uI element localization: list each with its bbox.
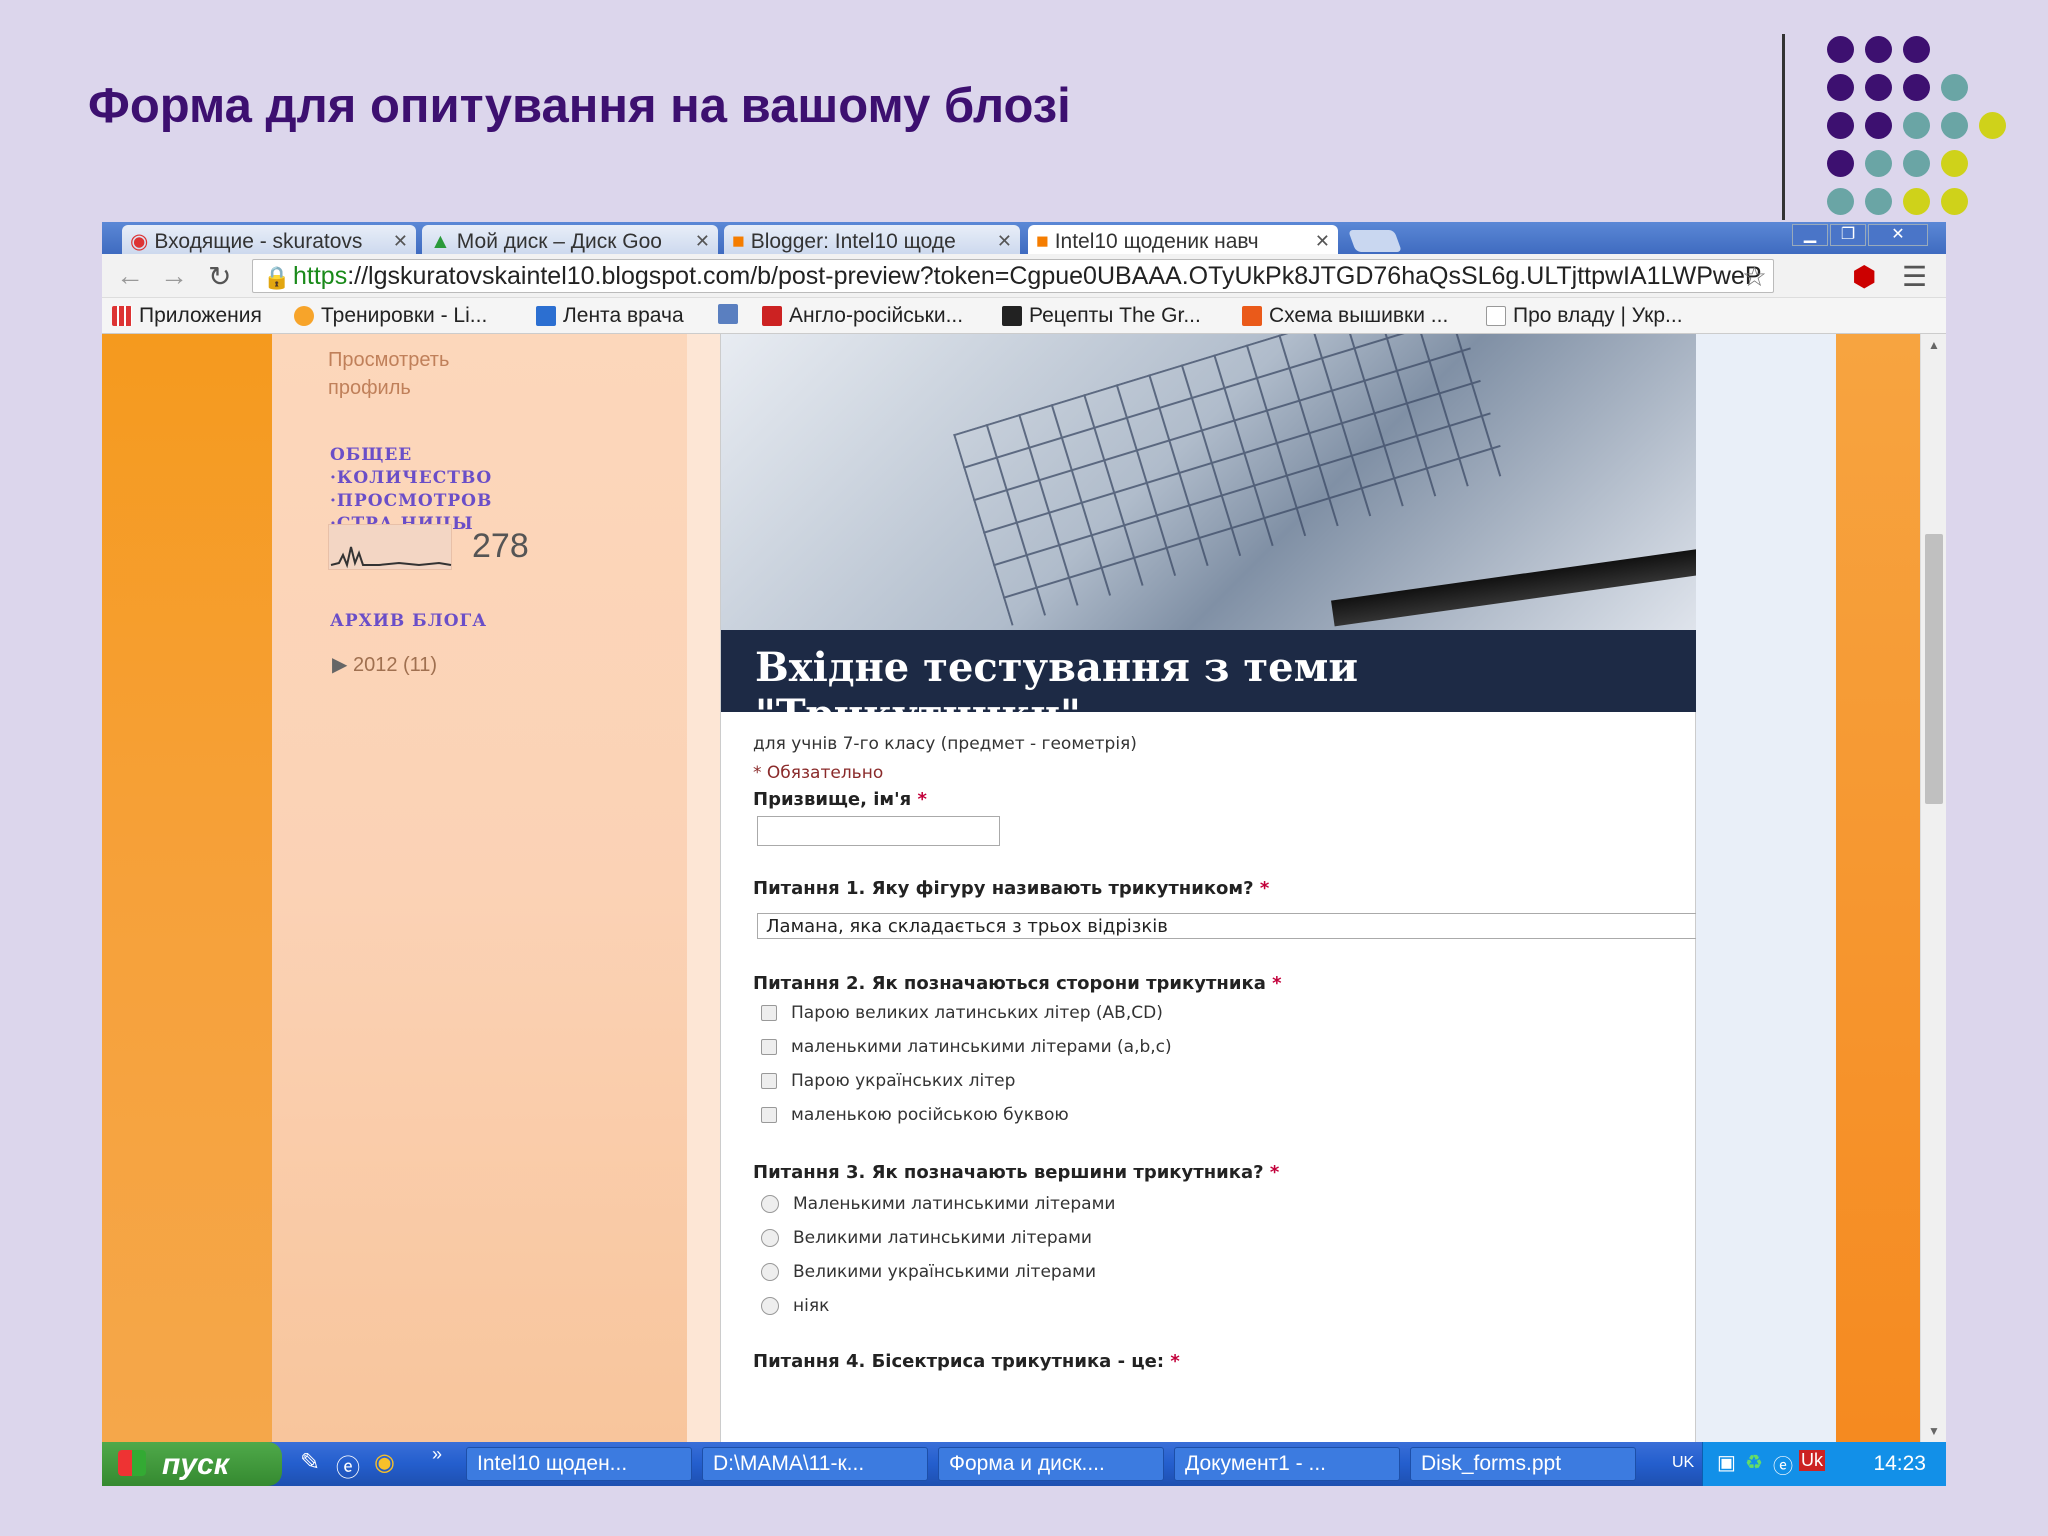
taskbar-item[interactable]: Форма и диск.... bbox=[938, 1447, 1164, 1481]
forward-arrow-icon[interactable]: → bbox=[160, 260, 188, 292]
views-heading: ОБЩЕЕ ·КОЛИЧЕСТВО ·ПРОСМОТРОВ ·СТРА НИЦЫ bbox=[330, 445, 493, 534]
taskbar-item[interactable]: D:\МАМА\11-к... bbox=[702, 1447, 928, 1481]
b-letter-icon bbox=[718, 304, 738, 324]
new-tab-button[interactable] bbox=[1347, 230, 1403, 252]
ie-icon[interactable]: ⓔ bbox=[336, 1448, 360, 1483]
bookmark-star-icon[interactable]: ☆ bbox=[1742, 260, 1767, 292]
taskbar-item[interactable]: Документ1 - ... bbox=[1174, 1447, 1400, 1481]
tab-blogger[interactable]: ■ Blogger: Intel10 щоде ✕ bbox=[724, 225, 1020, 254]
taskbar-item[interactable]: Disk_forms.ppt bbox=[1410, 1447, 1636, 1481]
blog-page: Просмотреть профиль ОБЩЕЕ ·КОЛИЧЕСТВО ·П… bbox=[102, 334, 1930, 1442]
radio-button[interactable] bbox=[761, 1195, 779, 1213]
pencil-image bbox=[1331, 547, 1711, 627]
page-icon bbox=[1486, 306, 1506, 326]
url-text: ://lgskuratovskaintel10.blogspot.com/b/p… bbox=[347, 262, 1762, 290]
checkbox[interactable] bbox=[761, 1073, 777, 1089]
screenshot: ◉ Входящие - skuratovs ✕ ▲ Мой диск – Ди… bbox=[102, 222, 1946, 1486]
lock-icon: 🔒 bbox=[263, 265, 291, 290]
address-bar[interactable]: 🔒 https://lgskuratovskaintel10.blogspot.… bbox=[252, 259, 1774, 293]
gmail-icon: ◉ bbox=[130, 230, 149, 253]
language-indicator[interactable]: UK bbox=[1672, 1454, 1694, 1472]
start-button[interactable]: пуск bbox=[102, 1442, 282, 1486]
tab-bar: ◉ Входящие - skuratovs ✕ ▲ Мой диск – Ди… bbox=[102, 222, 1946, 254]
reload-icon[interactable]: ↻ bbox=[208, 260, 231, 293]
ie-tray-icon[interactable]: ⓔ bbox=[1773, 1450, 1793, 1479]
uk-tray-icon[interactable]: Uk bbox=[1799, 1450, 1825, 1471]
tab-gmail[interactable]: ◉ Входящие - skuratovs ✕ bbox=[122, 225, 416, 254]
tray-icon[interactable]: ♻ bbox=[1745, 1450, 1763, 1475]
blogger-icon: ■ bbox=[1036, 229, 1049, 253]
pattern-icon bbox=[1242, 306, 1262, 326]
content-gutter bbox=[687, 334, 720, 1442]
recipe-icon bbox=[1002, 306, 1022, 326]
bookmarks-bar: Приложения Тренировки - Li... Лента врач… bbox=[102, 298, 1946, 334]
form-banner: Вхідне тестування з теми "Трикутники" bbox=[721, 630, 1697, 738]
chevron-right-icon[interactable]: » bbox=[432, 1444, 442, 1465]
bookmark-item[interactable] bbox=[718, 304, 738, 324]
network-icon[interactable]: ▣ bbox=[1717, 1450, 1736, 1475]
slide-title: Форма для опитування на вашому блозі bbox=[88, 79, 1071, 133]
triangle-right-icon[interactable]: ▶ bbox=[332, 654, 347, 676]
tab-drive[interactable]: ▲ Мой диск – Диск Goo ✕ bbox=[422, 225, 718, 254]
restore-button[interactable]: ❐ bbox=[1830, 224, 1866, 246]
checkbox[interactable] bbox=[761, 1005, 777, 1021]
page-scrollbar[interactable]: ▲ ▼ bbox=[1920, 334, 1946, 1442]
close-icon[interactable]: ✕ bbox=[393, 231, 408, 252]
decorative-swirl-panel bbox=[102, 334, 272, 1442]
bookmark-item[interactable]: Рецепты The Gr... bbox=[1002, 304, 1201, 328]
bookmark-item[interactable]: Англо-російськи... bbox=[762, 304, 963, 328]
blueprint-grid bbox=[953, 334, 1509, 626]
menu-icon[interactable]: ☰ bbox=[1902, 260, 1927, 293]
scrollbar-thumb[interactable] bbox=[1925, 534, 1943, 804]
scroll-up-icon[interactable]: ▲ bbox=[1928, 338, 1940, 352]
radio-button[interactable] bbox=[761, 1263, 779, 1281]
form-title: Вхідне тестування з теми "Трикутники" bbox=[755, 644, 1358, 738]
flower-icon bbox=[294, 306, 314, 326]
scroll-down-icon[interactable]: ▼ bbox=[1928, 1424, 1940, 1438]
blog-sidebar: Просмотреть профиль ОБЩЕЕ ·КОЛИЧЕСТВО ·П… bbox=[272, 334, 687, 1442]
back-arrow-icon[interactable]: ← bbox=[116, 260, 144, 292]
post-preview: Вхідне тестування з теми "Трикутники" дл… bbox=[720, 334, 1930, 1442]
extension-icon[interactable]: ⬢ bbox=[1852, 260, 1876, 293]
quicklaunch-icon[interactable]: ✎ bbox=[300, 1448, 320, 1477]
checkbox[interactable] bbox=[761, 1039, 777, 1055]
bookmark-item[interactable]: Схема вышивки ... bbox=[1242, 304, 1448, 328]
close-icon[interactable]: ✕ bbox=[1315, 231, 1330, 252]
archive-item[interactable]: ▶ 2012 (11) bbox=[332, 652, 437, 677]
archive-heading: АРХИВ БЛОГА bbox=[330, 611, 488, 631]
checkbox[interactable] bbox=[761, 1107, 777, 1123]
chrome-icon[interactable]: ◉ bbox=[374, 1448, 395, 1477]
header-image bbox=[721, 334, 1711, 630]
decorative-dots bbox=[1815, 30, 2015, 220]
close-window-button[interactable]: ✕ bbox=[1868, 224, 1928, 246]
name-input[interactable] bbox=[757, 816, 1000, 846]
bookmark-item[interactable]: Тренировки - Li... bbox=[294, 304, 487, 328]
bookmark-item[interactable]: Лента врача bbox=[536, 304, 684, 328]
slide-divider bbox=[1782, 34, 1785, 220]
radio-button[interactable] bbox=[761, 1297, 779, 1315]
book-icon bbox=[762, 306, 782, 326]
apps-grid-icon bbox=[112, 306, 132, 326]
minimize-button[interactable]: ▁ bbox=[1792, 224, 1828, 246]
taskbar-item[interactable]: Intel10 щоден... bbox=[466, 1447, 692, 1481]
blogger-icon: ■ bbox=[732, 229, 745, 253]
bookmark-item[interactable]: Про владу | Укр... bbox=[1486, 304, 1683, 328]
bookmark-apps[interactable]: Приложения bbox=[112, 304, 262, 328]
radio-button[interactable] bbox=[761, 1229, 779, 1247]
url-scheme: https bbox=[293, 262, 348, 290]
d-letter-icon bbox=[536, 306, 556, 326]
clock: 14:23 bbox=[1873, 1452, 1926, 1475]
close-icon[interactable]: ✕ bbox=[695, 231, 710, 252]
nav-bar: ← → ↻ 🔒 https://lgskuratovskaintel10.blo… bbox=[102, 254, 1946, 298]
windows-taskbar: пуск ✎ ⓔ ◉ » Intel10 щоден... D:\МАМА\11… bbox=[102, 1442, 1946, 1486]
views-count: 278 bbox=[472, 527, 529, 565]
decorative-swirl-panel-right bbox=[1836, 334, 1930, 1442]
tab-preview[interactable]: ■ Intel10 щоденик навч ✕ bbox=[1028, 225, 1338, 254]
close-icon[interactable]: ✕ bbox=[997, 231, 1012, 252]
windows-logo-icon bbox=[118, 1450, 146, 1476]
system-tray: ▣ ♻ ⓔ Uk 14:23 bbox=[1702, 1442, 1946, 1486]
views-sparkline bbox=[328, 524, 452, 570]
view-profile-link[interactable]: Просмотреть профиль bbox=[328, 346, 478, 402]
drive-icon: ▲ bbox=[430, 229, 451, 253]
